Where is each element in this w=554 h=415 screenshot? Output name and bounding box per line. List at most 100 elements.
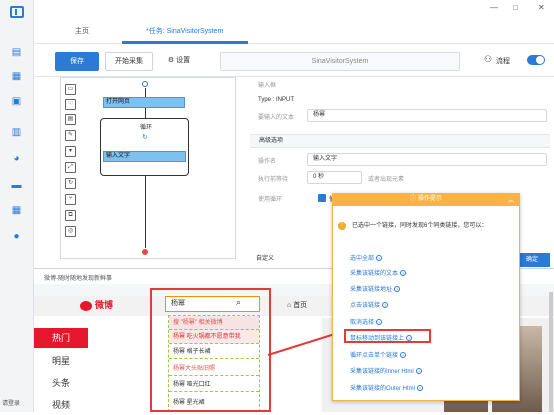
option-label: 循环点击单个链接 [350, 353, 399, 359]
start-collect-button[interactable]: 开始采集 [105, 52, 153, 71]
save-button[interactable]: 保存 [55, 52, 99, 71]
option-label: 点击该链接 [350, 303, 381, 309]
op-name-label: 操作名 [258, 159, 277, 165]
option-label: 取消选择 [350, 320, 375, 326]
extract-icon[interactable]: ▤ [65, 114, 76, 125]
pie-chart-icon[interactable]: ◕ [10, 152, 23, 165]
click-icon[interactable]: ☜ [65, 99, 76, 110]
help-icon[interactable]: ? [400, 270, 407, 277]
close-button[interactable]: ✕ [538, 3, 545, 12]
hot-nav-item[interactable]: 视频 [34, 395, 88, 415]
gear-icon: ⚙ [167, 57, 177, 64]
info-icon: ⓘ [410, 196, 418, 202]
option-label: 采集该链接的文本 [350, 271, 399, 277]
input-box-label: 输入框 [258, 83, 277, 89]
flow-toggle[interactable] [527, 55, 545, 65]
flow-icon: ⚇ [484, 54, 493, 64]
option-highlight-box [344, 329, 431, 343]
loop-icon[interactable]: ↻ [65, 178, 76, 189]
select-icon[interactable]: ▾ [65, 146, 76, 157]
loop-label: 循环 [140, 125, 153, 131]
hover-icon[interactable]: ⤢ [65, 162, 76, 173]
user-icon[interactable]: ● [10, 230, 23, 243]
apps-icon[interactable]: ▦ [10, 204, 23, 217]
settings-button[interactable]: ⚙ 设置 [158, 52, 200, 71]
wait-label: 执行前等待 [258, 177, 289, 183]
hot-nav-item[interactable]: 头条 [34, 373, 88, 393]
text-label: 要输入的文本 [258, 115, 295, 121]
input-text-node[interactable]: 输入文字 [103, 151, 186, 162]
help-icon[interactable]: ? [376, 319, 383, 326]
branch-icon[interactable]: ⑂ [65, 194, 76, 205]
home-nav-link[interactable]: ⌂ 首页 [287, 300, 307, 310]
tip-option-cancel[interactable]: 取消选择? [350, 317, 383, 326]
help-icon[interactable]: ? [400, 352, 407, 359]
toolbar: 保存 开始采集 ⚙ 设置 SinaVisitorSystem ⚇ 流程 [34, 47, 554, 77]
action-palette: ▭ ☜ ▤ ✎ ▾ ⤢ ↻ ⑂ ⧉ ◎ [62, 80, 80, 258]
grid-icon[interactable]: ▣ [10, 95, 23, 108]
browser-scrollbar[interactable] [549, 292, 553, 412]
tab-task[interactable]: *任务: SinaVisitorSystem [146, 26, 223, 36]
help-icon[interactable]: ? [382, 302, 389, 309]
tip-option-collect-text[interactable]: 采集该链接的文本? [350, 268, 407, 277]
wait-select[interactable]: 0 秒 [307, 171, 362, 184]
input-icon[interactable]: ✎ [65, 130, 76, 141]
tip-option-outer-html[interactable]: 采集该链接的Outer Html? [350, 383, 424, 392]
use-loop-label: 使用循环 [258, 197, 283, 203]
help-icon[interactable]: ? [415, 368, 422, 375]
app-icon[interactable] [10, 6, 24, 18]
home-nav-label: 首页 [293, 302, 308, 309]
left-rail: ▤ ▦ ▣ ▥ ◕ ▬ ▦ ● 请登录 [0, 0, 34, 412]
end-icon[interactable]: ◎ [65, 226, 76, 237]
tip-option-click-link[interactable]: 点击该链接? [350, 300, 389, 309]
active-tab-indicator [122, 41, 248, 44]
chat-icon[interactable]: ▬ [10, 179, 23, 192]
option-label: 采集该链接的Outer Html [350, 386, 416, 392]
use-loop-checkbox[interactable] [318, 194, 326, 202]
tip-option-select-all[interactable]: 选中全部? [350, 253, 383, 262]
or-element-label: 或者出现元素 [368, 177, 405, 183]
tip-option-inner-html[interactable]: 采集该链接的Inner Html? [350, 366, 422, 375]
start-node [142, 81, 148, 87]
advanced-section[interactable]: 高级选项 [250, 134, 550, 148]
weibo-logo[interactable]: 微博 [80, 298, 113, 311]
hot-nav-item[interactable]: 明星 [34, 351, 88, 371]
table-icon[interactable]: ▦ [10, 70, 23, 83]
tip-option-collect-url[interactable]: 采集该链接地址? [350, 284, 401, 293]
op-name-input[interactable]: 输入文字 [307, 153, 547, 166]
flow-label: 流程 [496, 58, 510, 65]
browser-tab-title[interactable]: 微博-随时随地发现新鲜事 [44, 273, 112, 282]
help-icon[interactable]: ? [417, 385, 424, 392]
open-page-icon[interactable]: ▭ [65, 84, 76, 95]
text-input[interactable]: 杨幂 [307, 109, 547, 122]
task-name-field[interactable]: SinaVisitorSystem [220, 52, 460, 71]
custom-button[interactable]: 自定义 [256, 253, 274, 262]
settings-label: 设置 [176, 57, 191, 64]
help-icon[interactable]: ? [376, 255, 383, 262]
login-link[interactable]: 请登录 [2, 398, 20, 407]
open-page-node[interactable]: 打开网页 [103, 97, 185, 108]
hot-nav-item[interactable]: 热门 [34, 328, 88, 348]
end-node [142, 249, 148, 255]
tip-title: 操作提示 [417, 196, 442, 202]
tip-header[interactable]: ⓘ 操作提示 [332, 193, 520, 206]
tip-message: 已选中一个链接，同时发现6个同类链接，您可以： [352, 223, 488, 229]
warning-icon: ! [338, 222, 346, 230]
option-label: 采集该链接的Inner Html [350, 369, 414, 375]
weibo-logo-text: 微博 [95, 300, 114, 310]
refresh-icon: ↻ [142, 134, 148, 141]
weibo-eye-icon [80, 300, 92, 311]
collapse-icon[interactable]: ︽ [508, 195, 514, 204]
tip-option-loop-click[interactable]: 循环点击单个链接? [350, 350, 407, 359]
option-label: 选中全部 [350, 256, 375, 262]
selection-highlight-box [150, 288, 271, 412]
option-label: 采集该链接地址 [350, 287, 393, 293]
tab-home[interactable]: 主页 [75, 26, 89, 36]
help-icon[interactable]: ? [394, 286, 401, 293]
minimize-button[interactable]: — [490, 3, 498, 12]
tab-bar: 主页 *任务: SinaVisitorSystem [34, 22, 554, 44]
maximize-button[interactable]: □ [513, 3, 518, 12]
tasks-icon[interactable]: ▥ [10, 126, 23, 139]
document-icon[interactable]: ▤ [10, 46, 23, 59]
captcha-icon[interactable]: ⧉ [65, 210, 76, 221]
